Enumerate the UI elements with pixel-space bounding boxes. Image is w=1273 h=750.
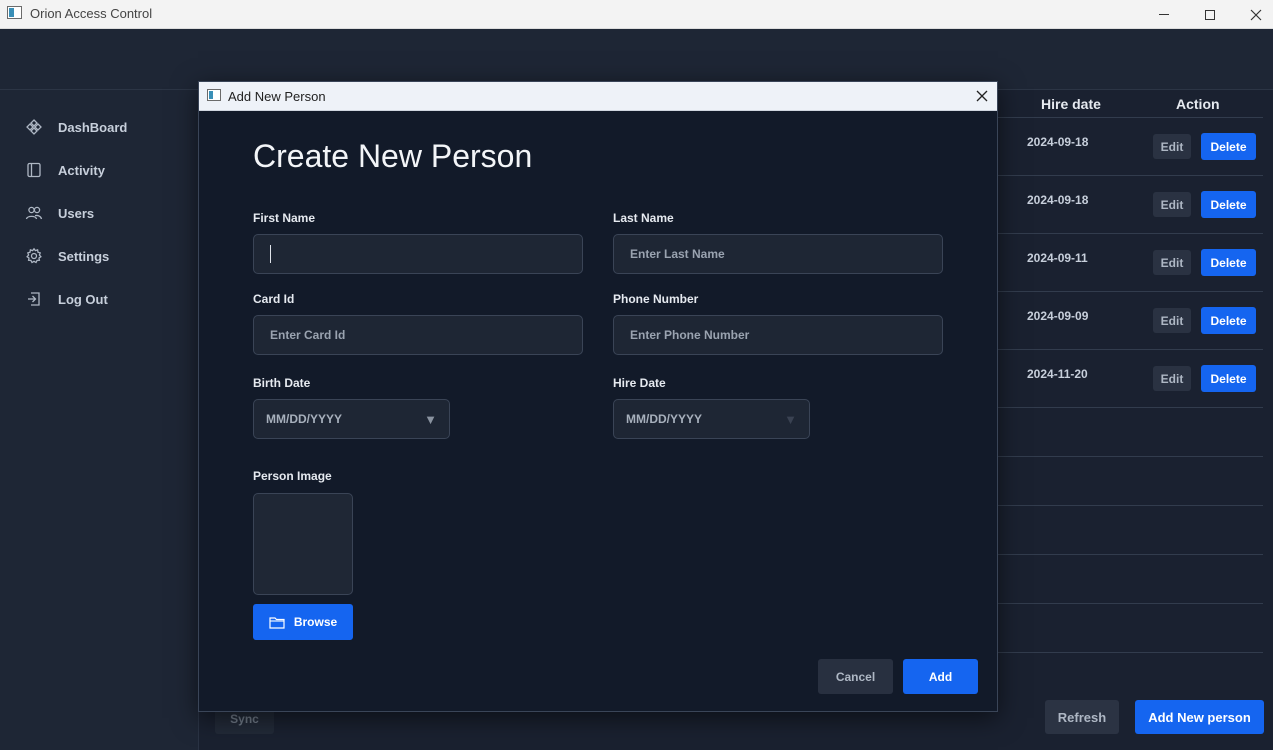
add-person-dialog: Add New Person Create New Person First N… (198, 81, 998, 712)
column-header-action: Action (1176, 96, 1220, 112)
row-divider (998, 456, 1263, 457)
row-divider (998, 349, 1263, 350)
row-divider (998, 175, 1263, 176)
gear-icon (26, 247, 42, 264)
delete-button[interactable]: Delete (1201, 133, 1256, 160)
sidebar-item-label: Users (58, 205, 95, 221)
minimize-icon (1159, 14, 1169, 15)
users-icon (25, 206, 43, 220)
last-name-label: Last Name (613, 211, 674, 225)
birth-date-placeholder: MM/DD/YYYY (266, 412, 343, 426)
dialog-title: Add New Person (228, 89, 326, 104)
edit-button[interactable]: Edit (1153, 308, 1191, 333)
close-icon (1250, 9, 1262, 20)
card-id-placeholder: Enter Card Id (270, 328, 346, 342)
sidebar-item-label: DashBoard (58, 119, 128, 135)
card-id-label: Card Id (253, 292, 295, 306)
maximize-button[interactable] (1187, 0, 1233, 29)
cancel-button[interactable]: Cancel (818, 659, 893, 694)
sidebar-item-label: Settings (58, 248, 110, 264)
activity-icon (27, 162, 41, 178)
birth-date-label: Birth Date (253, 376, 311, 390)
add-button[interactable]: Add (903, 659, 978, 694)
row-hire-date: 2024-09-18 (1027, 193, 1089, 207)
column-header-hire-date: Hire date (1041, 96, 1101, 112)
text-caret (270, 245, 271, 263)
browse-label: Browse (293, 615, 338, 629)
window-titlebar: Orion Access Control (0, 0, 1273, 29)
dialog-titlebar: Add New Person (199, 82, 997, 111)
edit-button[interactable]: Edit (1153, 250, 1191, 275)
dialog-close-button[interactable] (971, 85, 993, 107)
first-name-label: First Name (253, 211, 316, 225)
first-name-field[interactable] (253, 234, 583, 274)
folder-icon (269, 616, 285, 629)
last-name-field[interactable]: Enter Last Name (613, 234, 943, 274)
row-divider (998, 233, 1263, 234)
row-divider (998, 652, 1263, 653)
edit-button[interactable]: Edit (1153, 134, 1191, 159)
sidebar: DashBoard Activity Users Settings Log Ou… (0, 90, 199, 750)
phone-number-label: Phone Number (613, 292, 699, 306)
sidebar-item-logout[interactable]: Log Out (25, 287, 108, 311)
row-divider (998, 554, 1263, 555)
row-divider (998, 603, 1263, 604)
row-hire-date: 2024-09-11 (1027, 251, 1088, 265)
minimize-button[interactable] (1141, 0, 1187, 29)
phone-number-placeholder: Enter Phone Number (630, 328, 750, 342)
dropdown-arrow-icon[interactable]: ▼ (784, 412, 797, 427)
row-divider (998, 505, 1263, 506)
delete-button[interactable]: Delete (1201, 307, 1256, 334)
browse-button[interactable]: Browse (253, 604, 353, 640)
row-hire-date: 2024-11-20 (1027, 367, 1088, 381)
dropdown-arrow-icon[interactable]: ▼ (424, 412, 437, 427)
close-icon (976, 90, 988, 102)
birth-date-picker[interactable]: MM/DD/YYYY ▼ (253, 399, 450, 439)
sidebar-item-users[interactable]: Users (25, 201, 94, 225)
add-new-person-button[interactable]: Add New person (1135, 700, 1264, 734)
person-image-label: Person Image (253, 469, 332, 483)
row-divider (998, 407, 1263, 408)
maximize-icon (1205, 9, 1215, 20)
window-title: Orion Access Control (30, 6, 153, 21)
row-divider (998, 291, 1263, 292)
phone-number-field[interactable]: Enter Phone Number (613, 315, 943, 355)
sidebar-item-label: Log Out (58, 291, 108, 307)
app-icon (7, 6, 22, 19)
delete-button[interactable]: Delete (1201, 249, 1256, 276)
row-divider (998, 117, 1263, 118)
form-heading: Create New Person (253, 138, 533, 174)
hire-date-picker[interactable]: MM/DD/YYYY ▼ (613, 399, 810, 439)
delete-button[interactable]: Delete (1201, 191, 1256, 218)
delete-button[interactable]: Delete (1201, 365, 1256, 392)
row-hire-date: 2024-09-09 (1027, 309, 1089, 323)
person-image-preview (253, 493, 353, 595)
dialog-app-icon (207, 89, 221, 101)
sidebar-item-dashboard[interactable]: DashBoard (25, 115, 127, 139)
close-window-button[interactable] (1233, 0, 1273, 29)
edit-button[interactable]: Edit (1153, 192, 1191, 217)
dashboard-icon (26, 119, 42, 135)
hire-date-placeholder: MM/DD/YYYY (626, 412, 703, 426)
hire-date-label: Hire Date (613, 376, 666, 390)
logout-icon (28, 292, 40, 306)
sidebar-item-settings[interactable]: Settings (25, 244, 109, 268)
refresh-button[interactable]: Refresh (1045, 700, 1119, 734)
last-name-placeholder: Enter Last Name (630, 247, 725, 261)
sidebar-item-label: Activity (58, 162, 105, 178)
card-id-field[interactable]: Enter Card Id (253, 315, 583, 355)
row-hire-date: 2024-09-18 (1027, 135, 1089, 149)
edit-button[interactable]: Edit (1153, 366, 1191, 391)
sidebar-item-activity[interactable]: Activity (25, 158, 105, 182)
